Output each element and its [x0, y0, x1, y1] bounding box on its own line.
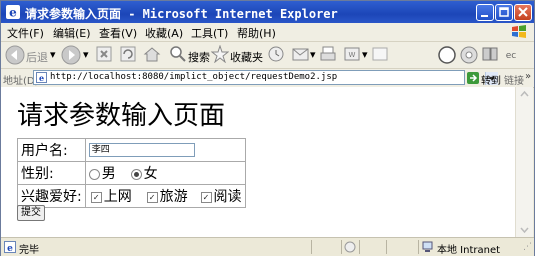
close-icon [518, 7, 528, 17]
maximize-icon [499, 7, 509, 17]
menu-help[interactable]: 帮助(H) [237, 25, 276, 41]
intranet-icon [422, 241, 433, 252]
page-icon: e [36, 72, 47, 83]
ie-icon: e [6, 5, 20, 20]
input-form-table: 用户名: 李四 性别: 男 女 兴趣爱好: ✓ 上网 ✓ 旅游 ✓ 阅读 [17, 138, 246, 208]
status-divider [386, 240, 387, 254]
links-button[interactable]: 链接 [504, 72, 524, 87]
resize-grip-icon[interactable]: ⋰ [523, 242, 532, 252]
hobby-internet-label: 上网 [103, 189, 132, 205]
extra-tools-icon[interactable]: ec [501, 45, 521, 63]
gender-female-radio[interactable] [130, 168, 142, 180]
svg-text:e: e [7, 244, 13, 253]
menu-bar: 文件(F) 编辑(E) 查看(V) 收藏(A) 工具(T) 帮助(H) [1, 23, 534, 42]
messenger-icon[interactable] [437, 45, 457, 65]
table-row: 兴趣爱好: ✓ 上网 ✓ 旅游 ✓ 阅读 [17, 184, 246, 208]
links-expand-icon[interactable]: » [525, 71, 531, 82]
go-button[interactable]: 转到 [481, 72, 501, 87]
refresh-icon[interactable] [119, 45, 137, 63]
svg-text:e: e [9, 6, 17, 20]
hobby-internet-checkbox[interactable]: ✓ [90, 191, 102, 203]
svg-text:e: e [39, 73, 44, 83]
hobby-travel-checkbox[interactable]: ✓ [146, 191, 158, 203]
minimize-icon [481, 15, 488, 17]
gender-female-label: 女 [143, 166, 158, 182]
forward-icon[interactable] [61, 45, 81, 65]
menu-edit[interactable]: 编辑(E) [53, 25, 91, 41]
media-icon[interactable] [459, 45, 479, 65]
toolbar: 后退 ▾ ▾ 搜索 收藏夹 ▾ W ▾ ec [1, 42, 534, 69]
status-divider [418, 240, 419, 254]
status-divider [359, 240, 360, 254]
vertical-scrollbar[interactable] [515, 87, 533, 237]
address-bar: 地址(D) e http://localhost:8080/implict_ob… [1, 69, 534, 88]
menu-file[interactable]: 文件(F) [7, 25, 44, 41]
table-row: 性别: 男 女 [17, 161, 246, 185]
username-cell: 李四 [84, 138, 246, 162]
menu-favorites[interactable]: 收藏(A) [145, 25, 183, 41]
print-icon[interactable] [319, 45, 337, 63]
status-text: 完毕 [19, 245, 39, 256]
table-row: 用户名: 李四 [17, 138, 246, 162]
security-zone-icon [344, 241, 356, 253]
windows-logo-icon [512, 25, 526, 38]
mail-icon[interactable] [291, 45, 311, 63]
back-icon[interactable] [5, 45, 25, 65]
favorites-icon[interactable] [211, 45, 229, 63]
back-label[interactable]: 后退 [26, 49, 48, 65]
go-arrow-icon[interactable] [467, 72, 479, 84]
username-input[interactable]: 李四 [88, 143, 195, 157]
favorites-label[interactable]: 收藏夹 [230, 49, 263, 65]
zone-text: 本地 Intranet [437, 245, 501, 256]
title-bar: e 请求参数输入页面 - Microsoft Internet Explorer [1, 1, 534, 23]
gender-male-radio[interactable] [88, 168, 100, 180]
edit-dropdown-icon[interactable]: ▾ [362, 48, 368, 61]
status-divider [341, 240, 342, 254]
done-page-icon: e [4, 241, 16, 253]
close-button[interactable] [514, 4, 532, 21]
browser-window: e 请求参数输入页面 - Microsoft Internet Explorer… [0, 0, 535, 256]
address-url: http://localhost:8080/implict_object/req… [50, 72, 338, 82]
forward-dropdown-icon[interactable]: ▾ [83, 48, 89, 61]
svg-text:ec: ec [506, 51, 517, 61]
page-heading: 请求参数输入页面 [17, 101, 226, 131]
mail-dropdown-icon[interactable]: ▾ [310, 48, 316, 61]
search-label[interactable]: 搜索 [188, 49, 210, 65]
username-label: 用户名: [17, 138, 86, 162]
status-divider [311, 240, 312, 254]
scroll-up-icon[interactable] [516, 88, 533, 100]
gender-label: 性别: [17, 161, 86, 185]
gender-cell: 男 女 [84, 161, 246, 185]
stop-icon[interactable] [95, 45, 113, 63]
home-icon[interactable] [143, 45, 161, 63]
submit-button[interactable]: 提交 [17, 205, 45, 221]
back-dropdown-icon[interactable]: ▾ [50, 48, 56, 61]
hobby-travel-label: 旅游 [159, 189, 188, 205]
menu-view[interactable]: 查看(V) [99, 25, 137, 41]
search-icon[interactable] [169, 45, 187, 63]
status-bar: e 完毕 本地 Intranet ⋰ [1, 237, 534, 256]
edit-icon[interactable]: W [343, 45, 361, 63]
discuss-icon[interactable] [371, 45, 389, 63]
minimize-button[interactable] [476, 4, 494, 21]
gender-male-label: 男 [101, 166, 116, 182]
hobby-reading-label: 阅读 [213, 189, 242, 205]
research-icon[interactable] [481, 45, 499, 63]
menu-tools[interactable]: 工具(T) [191, 25, 228, 41]
maximize-button[interactable] [495, 4, 513, 21]
hobby-cell: ✓ 上网 ✓ 旅游 ✓ 阅读 [84, 184, 246, 208]
page-content: 请求参数输入页面 用户名: 李四 性别: 男 女 兴趣爱好: ✓上网 ✓旅游 [1, 87, 515, 237]
history-icon[interactable] [267, 45, 285, 63]
hobby-reading-checkbox[interactable]: ✓ [200, 191, 212, 203]
svg-text:W: W [349, 51, 356, 59]
window-title: 请求参数输入页面 - Microsoft Internet Explorer [25, 7, 338, 21]
scroll-down-icon[interactable] [516, 224, 533, 236]
address-field[interactable]: e http://localhost:8080/implict_object/r… [33, 70, 498, 85]
